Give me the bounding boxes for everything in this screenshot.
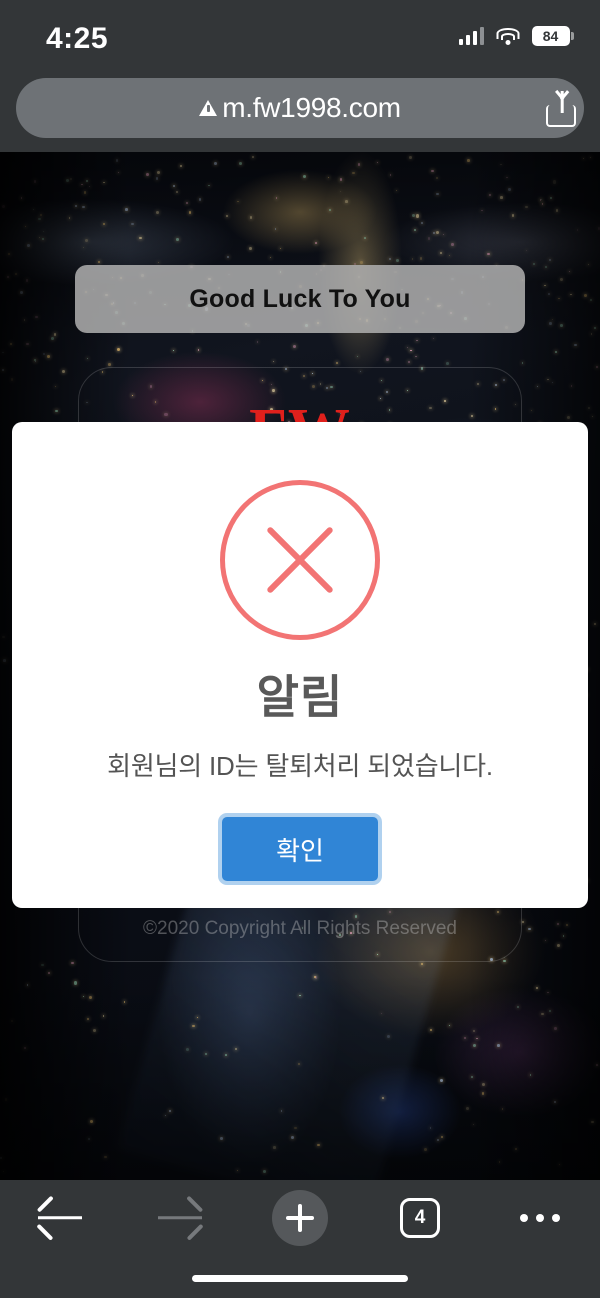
dialog-title: 알림: [256, 671, 344, 723]
plus-icon: [272, 1189, 328, 1246]
browser-toolbar: 4: [0, 1180, 600, 1255]
tab-count-icon: 4: [400, 1197, 440, 1238]
tab-count-text: 4: [414, 1207, 426, 1228]
alert-dialog: 알림 회원님의 ID는 탈퇴처리 되었습니다. 확인: [12, 422, 588, 908]
cellular-signal-icon: [458, 27, 484, 45]
share-icon[interactable]: [546, 91, 578, 127]
warning-triangle-icon: [199, 100, 218, 116]
browser-top-chrome: 4:25 84 m.fw1998.com: [0, 0, 600, 152]
status-time: 4:25: [46, 22, 109, 55]
copyright-footer: ©2020 Copyright All Rights Reserved: [143, 918, 457, 939]
address-bar[interactable]: m.fw1998.com: [16, 78, 584, 138]
back-button[interactable]: [25, 1188, 95, 1248]
battery-icon: 84: [531, 26, 574, 46]
confirm-button[interactable]: 확인: [222, 817, 378, 881]
good-luck-banner-text: Good Luck To You: [189, 284, 411, 313]
good-luck-banner: Good Luck To You: [75, 265, 525, 333]
back-arrow-icon: [38, 1215, 82, 1220]
error-circle-x-icon: [220, 480, 380, 640]
more-dots-icon: [520, 1213, 560, 1222]
status-indicators: 84: [458, 26, 574, 46]
tabs-button[interactable]: 4: [385, 1188, 455, 1248]
wifi-icon: [496, 27, 520, 45]
forward-arrow-icon: [158, 1215, 202, 1220]
browser-bottom-chrome: 4: [0, 1180, 600, 1298]
status-bar: 4:25 84: [0, 0, 600, 68]
url-text: m.fw1998.com: [222, 92, 401, 123]
battery-level-text: 84: [542, 28, 559, 44]
url-bar-row: m.fw1998.com: [0, 78, 600, 140]
new-tab-button[interactable]: [265, 1188, 335, 1248]
more-button[interactable]: [505, 1188, 575, 1248]
forward-button[interactable]: [145, 1188, 215, 1248]
home-indicator[interactable]: [192, 1275, 408, 1282]
dialog-message: 회원님의 ID는 탈퇴처리 되었습니다.: [107, 751, 493, 781]
